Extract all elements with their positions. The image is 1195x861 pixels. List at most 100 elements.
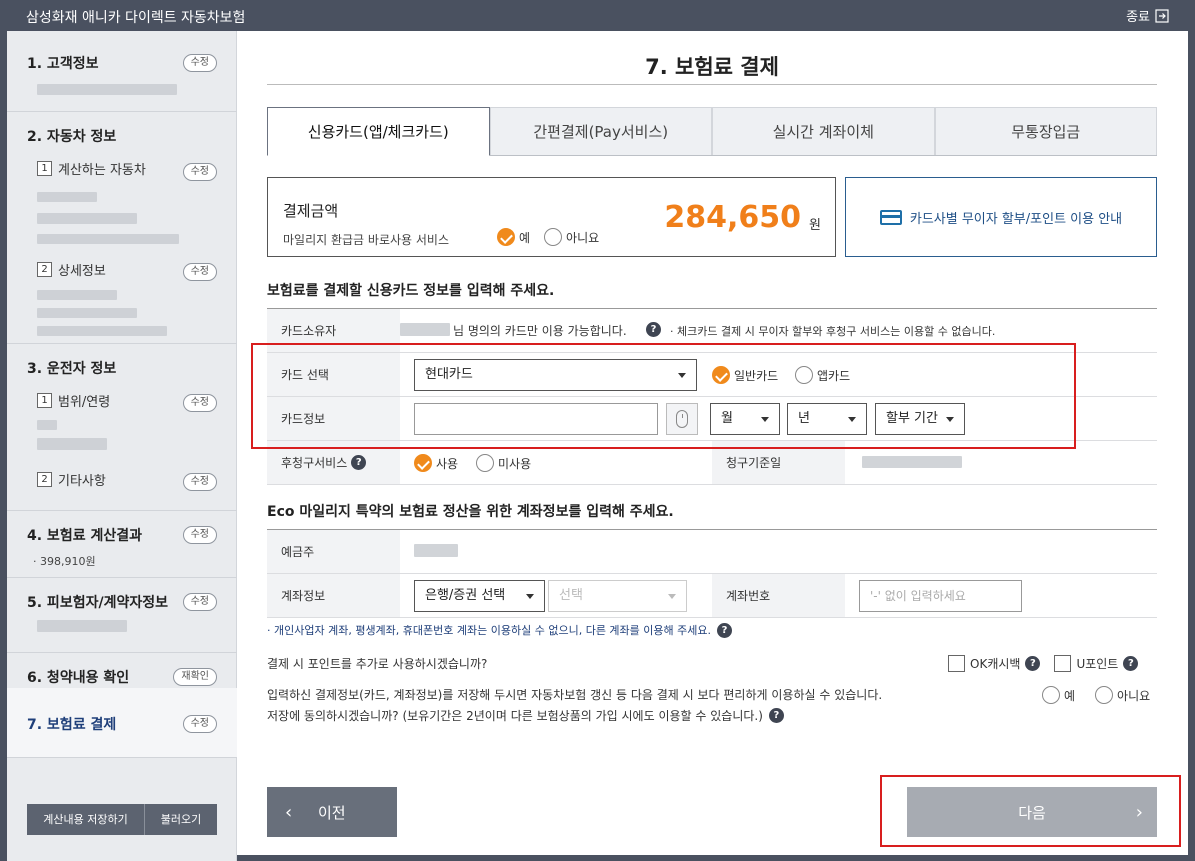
recheck-button[interactable]: 재확인 [173, 668, 217, 686]
mileage-no-radio[interactable]: 아니요 [544, 228, 599, 246]
help-icon[interactable]: ? [351, 455, 367, 470]
sidebar-sub-vehicle[interactable]: 1 계산하는 자동차 [37, 159, 146, 178]
field-label: 예금주 [267, 530, 400, 573]
help-icon[interactable]: ? [1123, 656, 1139, 671]
edit-button[interactable]: 수정 [182, 473, 217, 491]
mileage-yes-radio[interactable]: 예 [497, 228, 530, 246]
close-button[interactable]: 종료 [1126, 6, 1169, 25]
u-point-checkbox[interactable]: U포인트 ? [1054, 655, 1139, 672]
masked-info [37, 420, 57, 430]
section-title: 2. 자동차 정보 [27, 129, 117, 145]
prev-button[interactable]: ‹ 이전 [267, 787, 397, 837]
checkbox-icon [948, 655, 965, 672]
account-note: · 개인사업자 계좌, 평생계좌, 휴대폰번호 계좌는 이용하실 수 없으니, … [267, 622, 732, 638]
help-icon[interactable]: ? [646, 322, 661, 337]
credit-card-icon [879, 209, 902, 225]
sub-label: 상세정보 [58, 264, 106, 279]
save-info-line1: 입력하신 결제정보(카드, 계좌정보)를 저장해 두시면 자동차보험 갱신 등 … [267, 688, 883, 702]
checkbox-icon [1054, 655, 1072, 672]
save-calc-button[interactable]: 계산내용 저장하기 [27, 804, 145, 835]
premium-result: · 398,910원 [33, 555, 96, 568]
section-title: 6. 청약내용 확인 [27, 670, 130, 686]
masked-info [37, 84, 177, 95]
card-guide-button[interactable]: 카드사별 무이자 할부/포인트 이용 안내 [845, 177, 1157, 257]
radio-icon [476, 454, 494, 472]
highlight-card-box [251, 343, 1076, 449]
sidebar-sub-other[interactable]: 2 기타사항 [37, 470, 106, 489]
eco-section-heading: Eco 마일리지 특약의 보험료 정산을 위한 계좌정보를 입력해 주세요. [267, 504, 674, 520]
radio-icon [1095, 686, 1114, 704]
consent-no-radio[interactable]: 아니요 [1095, 686, 1150, 704]
ok-cashbag-checkbox[interactable]: OK캐시백 ? [948, 655, 1041, 672]
section-title: 5. 피보험자/계약자정보 [27, 595, 168, 611]
number-box: 1 [37, 393, 52, 408]
sidebar-sub-range[interactable]: 1 범위/연령 [37, 391, 110, 410]
edit-button[interactable]: 수정 [182, 715, 217, 733]
help-icon[interactable]: ? [768, 708, 784, 723]
postpay-label: 후청구서비스 [281, 456, 348, 470]
number-box: 2 [37, 262, 52, 277]
masked-info [37, 213, 137, 224]
mileage-options: 예 아니요 [497, 228, 599, 246]
payment-amount-box: 결제금액 마일리지 환급금 바로사용 서비스 예 아니요 284,650 원 [267, 177, 836, 257]
sub-label: 범위/연령 [58, 395, 111, 410]
radio-label: 미사용 [498, 456, 532, 471]
section-title: 4. 보험료 계산결과 [27, 528, 142, 544]
edit-button[interactable]: 수정 [182, 163, 217, 181]
edit-button[interactable]: 수정 [182, 526, 217, 544]
prev-label: 이전 [318, 803, 346, 822]
chevron-down-icon [526, 594, 534, 599]
depositor-row: 예금주 [267, 530, 1157, 574]
owner-text: 님 명의의 카드만 이용 가능합니다. [453, 324, 627, 338]
branch-select[interactable]: 선택 [548, 580, 687, 612]
account-number-input[interactable] [859, 580, 1022, 612]
sidebar-section-driver: 3. 운전자 정보 1 범위/연령 수정 2 기타사항 수정 [7, 344, 237, 511]
postpay-use-radio[interactable]: 사용 [414, 454, 458, 472]
check-icon [497, 228, 515, 246]
select-value: 은행/증권 선택 [425, 588, 506, 603]
sidebar-section-insured: 5. 피보험자/계약자정보 수정 [7, 578, 237, 653]
masked-info [37, 620, 127, 632]
section-title: 3. 운전자 정보 [27, 361, 117, 377]
tab-bank-transfer[interactable]: 실시간 계좌이체 [712, 107, 935, 155]
help-icon[interactable]: ? [1025, 656, 1041, 671]
title-divider [267, 84, 1157, 85]
save-info-line2-wrap: 저장에 동의하시겠습니까? (보유기간은 2년이며 다른 보험상품의 가입 시에… [267, 707, 784, 724]
sub-label: 기타사항 [58, 474, 106, 489]
close-label: 종료 [1126, 10, 1150, 25]
tab-deposit[interactable]: 무통장입금 [934, 107, 1157, 155]
title-bar: 삼성화재 애니카 다이렉트 자동차보험 종료 [0, 0, 1195, 31]
sidebar-section-payment[interactable]: 7. 보험료 결제 수정 [7, 688, 237, 758]
points-question: 결제 시 포인트를 추가로 사용하시겠습니까? [267, 657, 488, 671]
edit-button[interactable]: 수정 [182, 394, 217, 412]
edit-button[interactable]: 수정 [182, 263, 217, 281]
payment-tabs: 신용카드(앱/체크카드) 간편결제(Pay서비스) 실시간 계좌이체 무통장입금 [267, 107, 1157, 156]
mileage-service-label: 마일리지 환급금 바로사용 서비스 [283, 233, 450, 247]
page-title: 7. 보험료 결제 [645, 55, 779, 79]
bank-select[interactable]: 은행/증권 선택 [414, 580, 545, 612]
tab-credit-card[interactable]: 신용카드(앱/체크카드) [267, 107, 490, 156]
guide-label: 카드사별 무이자 할부/포인트 이용 안내 [909, 211, 1123, 227]
check-label: OK캐시백 [970, 657, 1021, 671]
masked-info [37, 192, 97, 202]
masked-name [400, 323, 450, 336]
load-button[interactable]: 불러오기 [145, 804, 217, 835]
help-icon[interactable]: ? [717, 622, 732, 638]
masked-info [37, 438, 107, 450]
edit-button[interactable]: 수정 [182, 593, 217, 611]
radio-label: 사용 [436, 456, 459, 471]
highlight-next-box [880, 775, 1181, 847]
number-box: 1 [37, 161, 52, 176]
postpay-nouse-radio[interactable]: 미사용 [476, 454, 531, 472]
payment-label: 결제금액 [283, 202, 339, 220]
note-text: · 개인사업자 계좌, 평생계좌, 휴대폰번호 계좌는 이용하실 수 없으니, … [267, 624, 711, 637]
tab-easy-pay[interactable]: 간편결제(Pay서비스) [489, 107, 712, 155]
sidebar-section-customer: 1. 고객정보 수정 [7, 31, 237, 112]
edit-button[interactable]: 수정 [182, 54, 217, 72]
sidebar-sub-detail[interactable]: 2 상세정보 [37, 260, 106, 279]
consent-yes-radio[interactable]: 예 [1042, 686, 1075, 704]
select-value: 선택 [559, 588, 583, 603]
radio-label: 예 [519, 230, 531, 245]
account-info-table: 예금주 계좌정보 은행/증권 선택 선택 계좌번호 [267, 529, 1157, 618]
field-label: 계좌번호 [712, 574, 845, 617]
